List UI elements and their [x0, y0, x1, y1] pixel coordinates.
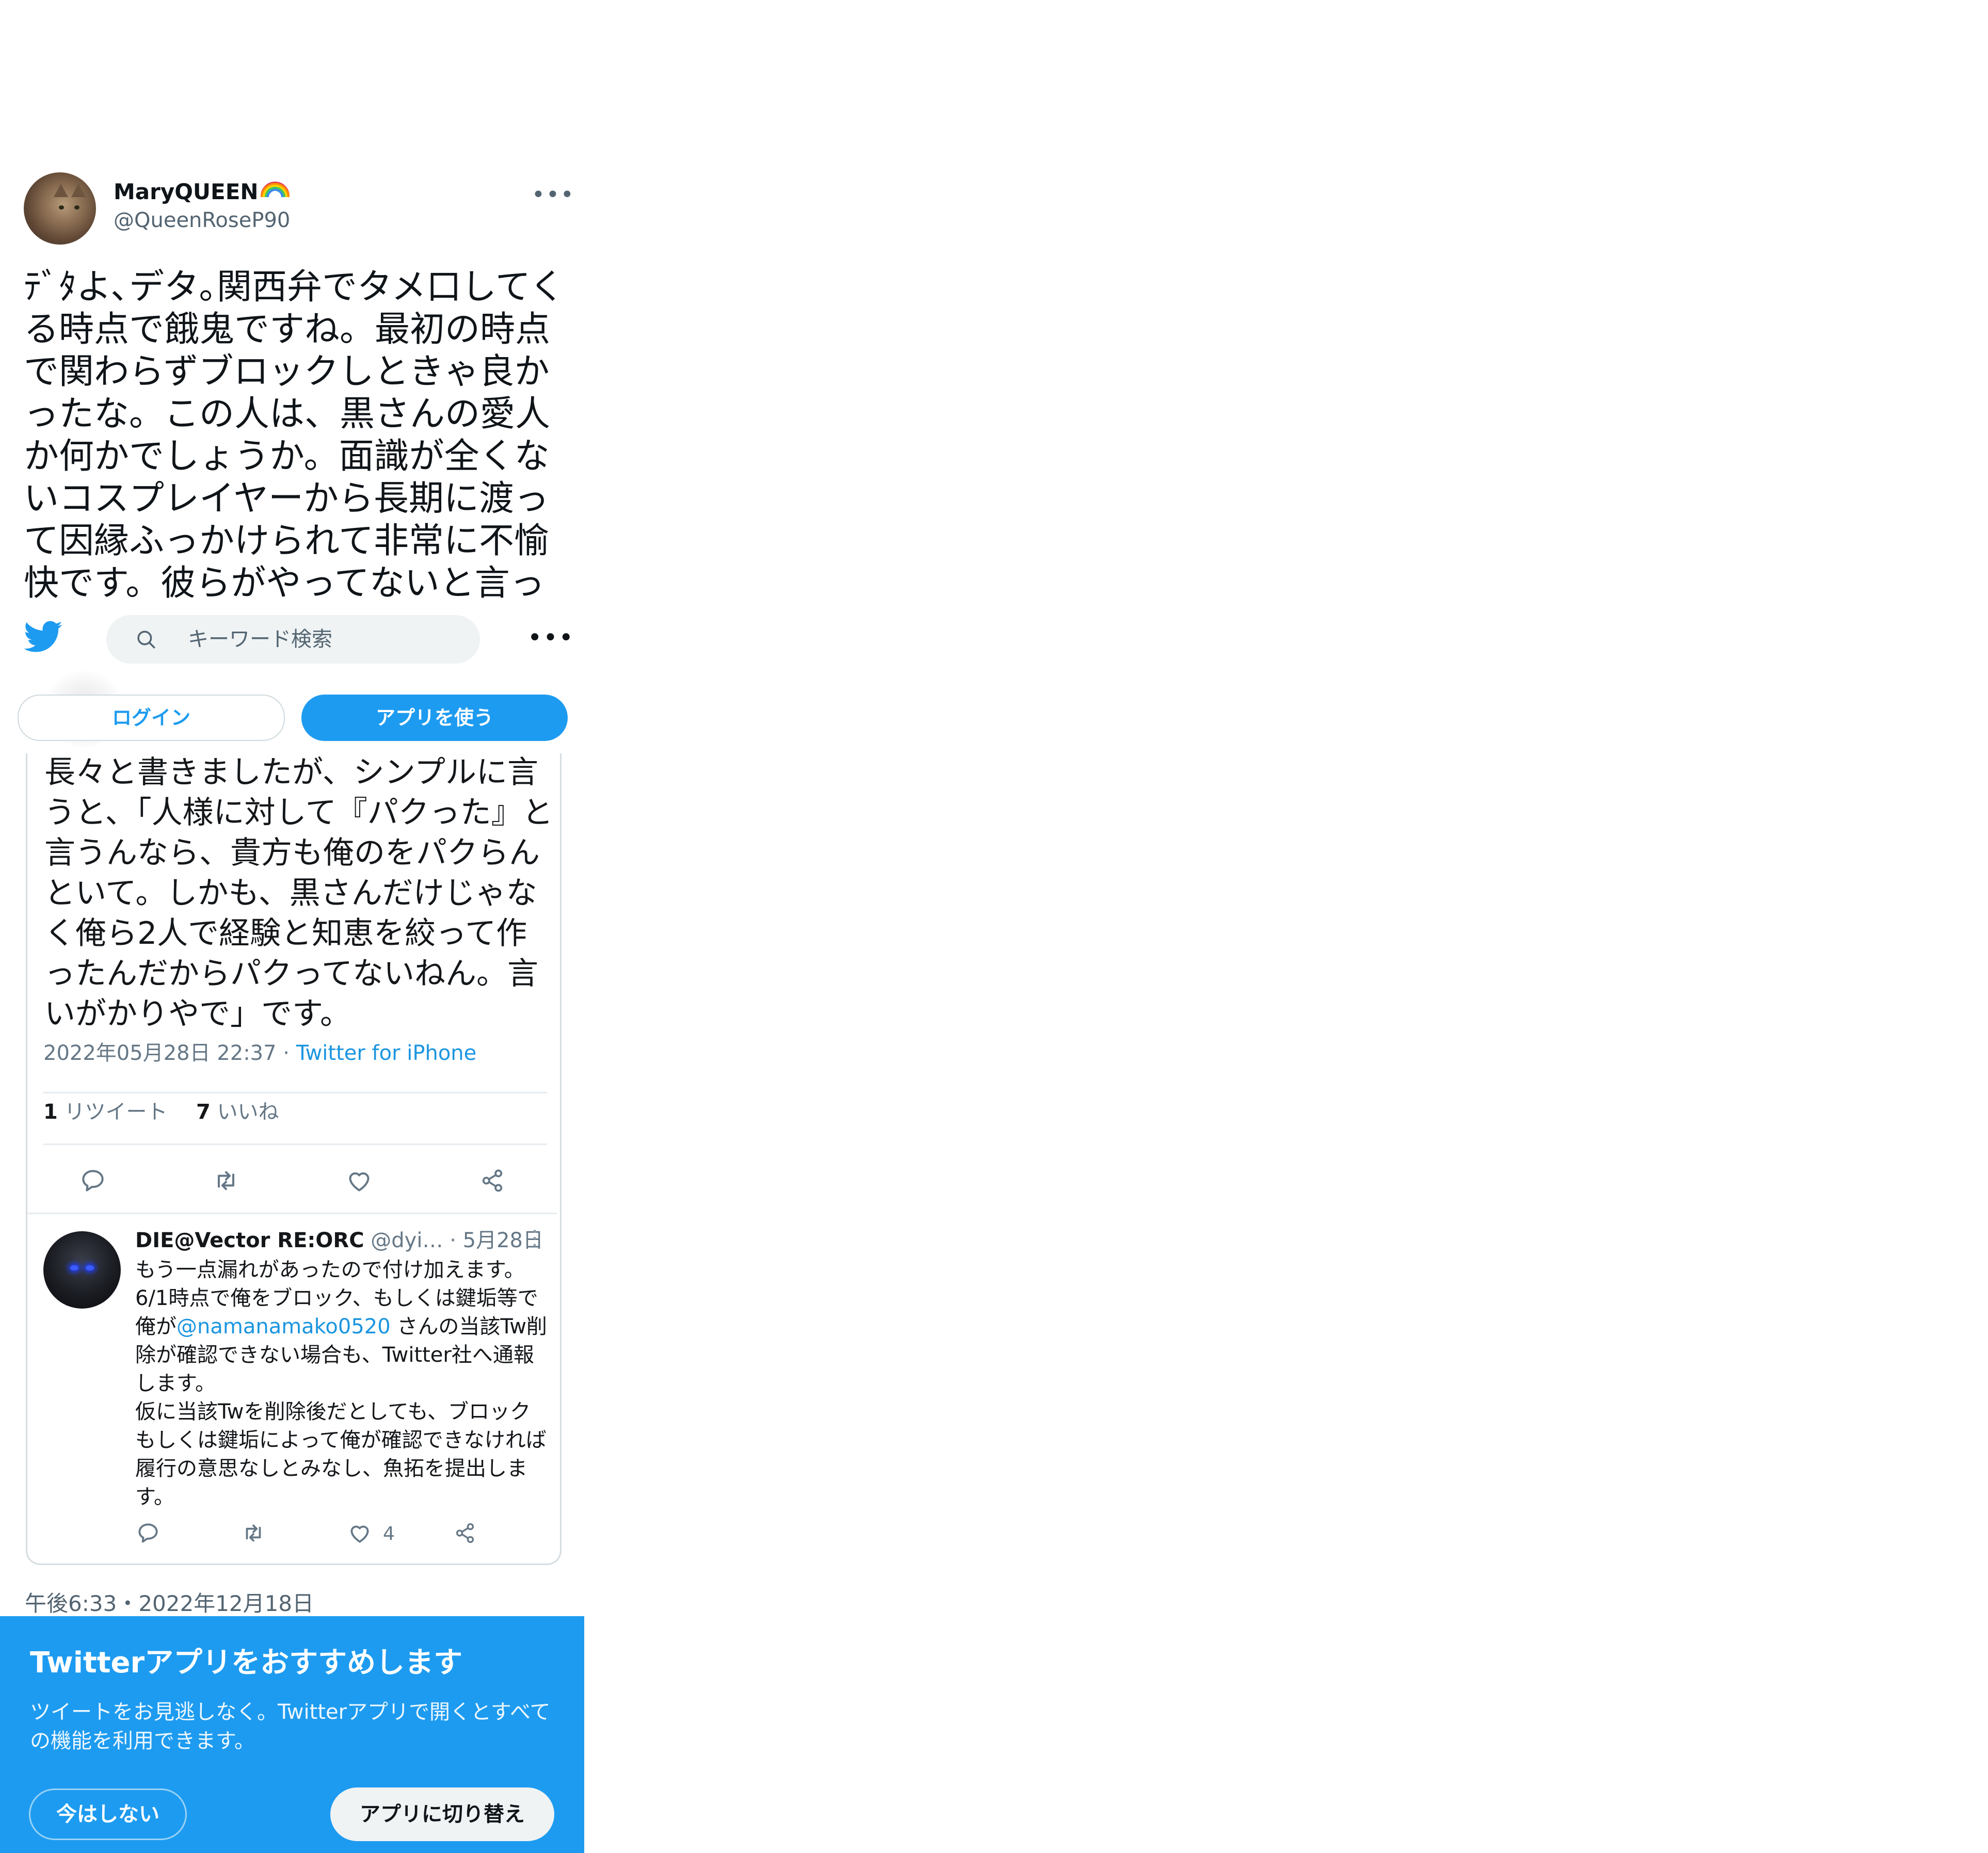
share-icon: [482, 1169, 503, 1192]
more-horizontal-icon[interactable]: •••: [527, 623, 574, 652]
retweet-icon: [218, 1171, 234, 1190]
avatar[interactable]: [24, 172, 96, 245]
display-name-text[interactable]: MaryQUEEN: [114, 179, 259, 204]
search-input[interactable]: キーワード検索: [106, 615, 480, 664]
mention-link: @namanamako0520: [177, 1315, 391, 1339]
reply-header: DIE@Vector RE:ORC @dyi… · 5月28日: [135, 1227, 543, 1254]
reply-text: もう一点漏れがあったので付け加えます。 6/1時点で俺をブロック、もしくは鍵垢等…: [135, 1256, 548, 1511]
like-count: 7: [196, 1100, 211, 1124]
reply-icon: [138, 1523, 158, 1543]
tweet-text: ﾃﾞﾀよ､デタ｡関西弁でタメ口してくる時点で餓鬼ですね。最初の時点で関わらずブロ…: [24, 267, 565, 604]
reply-handle: @dyi…: [371, 1229, 443, 1252]
quoted-date-separator: ·: [276, 1041, 296, 1065]
search-icon: [137, 631, 155, 649]
divider: [43, 1143, 547, 1145]
retweet-count: 1: [43, 1100, 58, 1124]
more-horizontal-icon[interactable]: •••: [532, 182, 575, 208]
quoted-action-bar: [27, 1151, 557, 1207]
reply-action-bar: 4: [135, 1520, 496, 1551]
quoted-stats: 1 リツイート 7 いいね: [43, 1099, 279, 1125]
quoted-timestamp: 2022年05月28日 22:37 · Twitter for iPhone: [43, 1040, 476, 1066]
not-now-button[interactable]: 今はしない: [29, 1788, 187, 1840]
promo-title: Twitterアプリをおすすめします: [30, 1646, 463, 1680]
reply-display-name: DIE@Vector RE:ORC: [135, 1229, 364, 1252]
reply-line: 仮に当該Twを削除後だとしても、ブロックもしくは鍵垢によって俺が確認できなければ…: [135, 1400, 547, 1509]
quoted-tweet-text: 長々と書きましたが、シンプルに言うと、「人様に対して『パクった』と言うんなら、貴…: [44, 754, 553, 1032]
quoted-date: 2022年05月28日 22:37: [43, 1041, 277, 1065]
share-icon: [456, 1523, 474, 1543]
user-handle[interactable]: @QueenRoseP90: [114, 207, 290, 233]
retweet-icon: [246, 1524, 261, 1542]
reply-icon: [82, 1170, 104, 1191]
divider: [27, 1213, 557, 1214]
twitter-bird-icon[interactable]: [24, 619, 63, 655]
display-name[interactable]: MaryQUEEN: [114, 179, 290, 205]
like-label: いいね: [217, 1100, 279, 1124]
divider: [43, 1092, 547, 1093]
post-timestamp[interactable]: 午後6:33・2022年12月18日: [25, 1590, 314, 1617]
retweet-label: リツイート: [64, 1100, 168, 1124]
like-icon: [350, 1525, 369, 1543]
use-app-button[interactable]: アプリを使う: [301, 695, 568, 741]
reply-line: もう一点漏れがあったので付け加えます。: [135, 1258, 525, 1282]
reply-like-count: 4: [383, 1523, 395, 1544]
reply-avatar: [43, 1231, 121, 1309]
promo-description: ツイートをお見逃しなく。Twitterアプリで開くとすべての機能を利用できます。: [30, 1700, 551, 1753]
app-promo-sheet: Twitterアプリをおすすめします ツイートをお見逃しなく。Twitterアプ…: [0, 1616, 584, 1853]
rainbow-icon: [260, 182, 290, 197]
like-icon: [349, 1172, 370, 1191]
quoted-client: Twitter for iPhone: [296, 1041, 477, 1065]
search-placeholder: キーワード検索: [188, 627, 332, 651]
login-button[interactable]: ログイン: [18, 695, 285, 741]
switch-to-app-button[interactable]: アプリに切り替え: [330, 1787, 554, 1841]
more-vertical-icon: ⋮: [524, 1226, 545, 1250]
